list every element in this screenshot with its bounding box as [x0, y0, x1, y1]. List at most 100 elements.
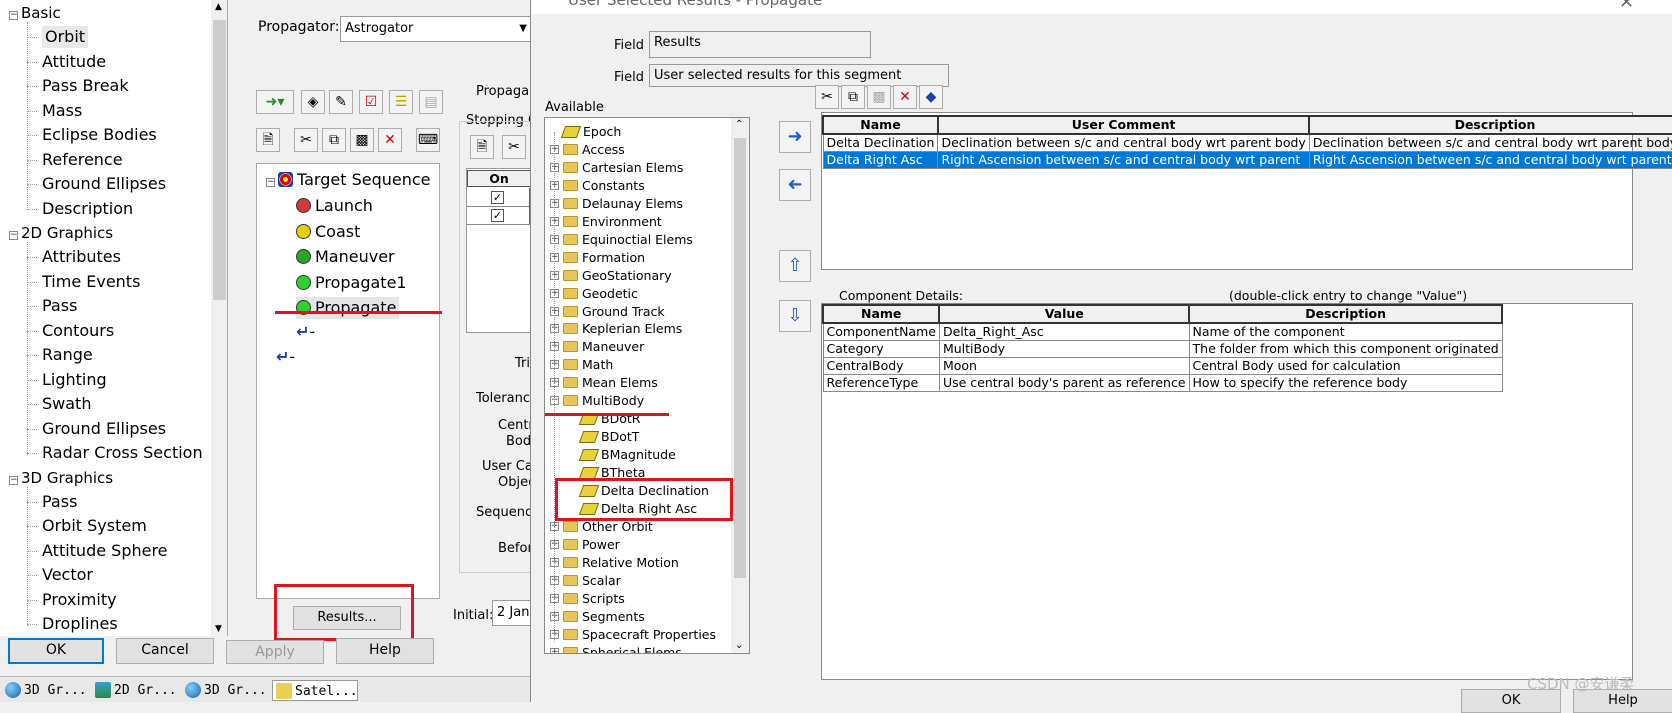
segment-tool-1-icon[interactable]: ◈ [301, 90, 325, 114]
close-icon[interactable]: ✕ [1619, 0, 1634, 13]
available-tree[interactable]: Epoch + Access + Cartesian Elems + Constants + D… [544, 117, 750, 654]
sequence-item-maneuver[interactable]: Maneuver [296, 246, 395, 268]
table-cell[interactable]: MultiBody [938, 340, 1190, 358]
available-item-geodetic[interactable]: Geodetic [563, 285, 638, 302]
copy-icon[interactable]: ⧉ [322, 128, 346, 152]
tree-item-swath[interactable]: Swath [42, 393, 91, 415]
properties-icon[interactable]: ◆ [919, 85, 943, 109]
collapse-icon[interactable]: − [9, 475, 18, 485]
taskbar-item-1[interactable]: 3D Gr... [2, 680, 88, 701]
initial-field[interactable]: 2 Jan [492, 600, 532, 626]
available-item-scalar[interactable]: Scalar [563, 572, 621, 589]
sequence-item-propagate[interactable]: Propagate [296, 297, 400, 319]
taskbar-item-4[interactable]: Satel... [272, 680, 358, 701]
tree-category-basic[interactable]: − Basic [9, 2, 61, 24]
tree-item-attitude[interactable]: Attitude [42, 51, 106, 73]
cut-icon[interactable]: ✂ [815, 85, 839, 109]
table-cell[interactable]: Delta_Right_Asc [938, 322, 1190, 341]
available-item-equinoctial-elems[interactable]: Equinoctial Elems [563, 231, 693, 248]
tree-item-lighting[interactable]: Lighting [42, 369, 107, 391]
tree-item-attributes[interactable]: Attributes [42, 246, 121, 268]
column-header[interactable]: Description [1308, 115, 1672, 135]
available-item-mean-elems[interactable]: Mean Elems [563, 374, 658, 391]
tree-item-pass[interactable]: Pass [42, 295, 77, 317]
move-up-button[interactable]: ⇧ [779, 250, 811, 282]
tree-item-contours[interactable]: Contours [42, 320, 114, 342]
table-row[interactable]: ReferenceType Use central body's parent a… [822, 374, 1503, 392]
tree-item-time-events[interactable]: Time Events [42, 271, 140, 293]
available-item-segments[interactable]: Segments [563, 608, 645, 625]
available-item-environment[interactable]: Environment [563, 213, 662, 230]
available-item-formation[interactable]: Formation [563, 249, 645, 266]
available-item-cartesian-elems[interactable]: Cartesian Elems [563, 159, 683, 176]
tree-item-ground-ellipses[interactable]: Ground Ellipses [42, 173, 166, 195]
properties-icon[interactable]: ⌨ [416, 128, 440, 152]
sequence-item-propagate1[interactable]: Propagate1 [296, 272, 407, 294]
segment-tool-3-icon[interactable]: ☑ [359, 90, 383, 114]
on-checkbox-2[interactable]: ✓ [491, 209, 504, 222]
move-down-button[interactable]: ⇩ [779, 300, 811, 332]
delete-icon[interactable]: ✕ [378, 128, 402, 152]
tree-category-3d-graphics[interactable]: −3D Graphics [9, 467, 113, 489]
help-button[interactable]: Help [336, 638, 434, 664]
segment-tool-2-icon[interactable]: ✎ [329, 90, 353, 114]
taskbar-item-3[interactable]: 3D Gr... [182, 680, 268, 701]
available-item-bdott[interactable]: BDotT [578, 428, 639, 445]
tree-item-mass[interactable]: Mass [42, 100, 82, 122]
available-item-spherical-elems[interactable]: Spherical Elems [563, 644, 682, 653]
remove-arrow-button[interactable]: ➜ [779, 169, 811, 201]
tree-item-proximity[interactable]: Proximity [42, 589, 117, 611]
tree-item-pass[interactable]: Pass [42, 491, 77, 513]
tree-item-ground-ellipses[interactable]: Ground Ellipses [42, 418, 166, 440]
sequence-item-launch[interactable]: Launch [296, 195, 373, 217]
table-cell[interactable]: The folder from which this component ori… [1188, 340, 1503, 358]
field-results[interactable]: Results [649, 31, 871, 58]
propagator-select[interactable]: Astrogator ▼ [340, 16, 532, 42]
table-cell[interactable]: Declination between s/c and central body… [1308, 133, 1672, 152]
tree-category-2d-graphics[interactable]: −2D Graphics [9, 222, 113, 244]
run-arrow-button[interactable]: ➜▾ [256, 90, 294, 114]
table-cell[interactable]: ComponentName [822, 322, 940, 341]
collapse-icon[interactable]: − [266, 178, 275, 187]
tree-item-eclipse-bodies[interactable]: Eclipse Bodies [42, 124, 157, 146]
available-item-geostationary[interactable]: GeoStationary [563, 267, 672, 284]
available-item-delaunay-elems[interactable]: Delaunay Elems [563, 195, 683, 212]
table-cell[interactable]: Right Ascension between s/c and central … [937, 151, 1310, 169]
tree-item-radar-cross-section[interactable]: Radar Cross Section [42, 442, 203, 464]
table-row[interactable]: CentralBody Moon Central Body used for cal… [822, 357, 1503, 375]
available-scrollbar[interactable]: ⌃ ⌄ [731, 118, 749, 653]
sequence-end-marker[interactable]: ↵- [276, 346, 295, 368]
table-row[interactable]: Delta Right Asc Right Ascension between s… [822, 151, 1672, 169]
tree-item-description[interactable]: Description [42, 198, 133, 220]
cancel-button[interactable]: Cancel [116, 638, 214, 664]
tree-item-droplines[interactable]: Droplines [42, 613, 118, 635]
sequence-item-coast[interactable]: Coast [296, 221, 360, 243]
taskbar-item-2[interactable]: 2D Gr... [92, 680, 178, 701]
field-description[interactable]: User selected results for this segment [649, 64, 949, 87]
available-item-access[interactable]: Access [563, 141, 625, 158]
available-item-keplerian-elems[interactable]: Keplerian Elems [563, 320, 682, 337]
column-header[interactable]: Description [1188, 304, 1504, 324]
apply-button[interactable]: Apply [226, 640, 324, 664]
table-cell[interactable]: Name of the component [1188, 322, 1503, 341]
available-item-bmagnitude[interactable]: BMagnitude [578, 446, 676, 463]
new-condition-icon[interactable]: 🗎 [470, 135, 494, 159]
available-item-spacecraft-properties[interactable]: Spacecraft Properties [563, 626, 716, 643]
on-checkbox-1[interactable]: ✓ [491, 191, 504, 204]
column-header[interactable]: User Comment [936, 115, 1311, 135]
paste-icon[interactable]: ▩ [867, 85, 891, 109]
tree-item-attitude-sphere[interactable]: Attitude Sphere [42, 540, 168, 562]
available-item-ground-track[interactable]: Ground Track [563, 303, 665, 320]
segment-tool-5-icon[interactable]: ▤ [419, 90, 443, 114]
cut-icon[interactable]: ✂ [294, 128, 318, 152]
table-cell[interactable]: Right Ascension between s/c and central … [1308, 151, 1672, 169]
available-item-multibody[interactable]: MultiBody [563, 392, 644, 409]
properties-tree[interactable]: − Basic Orbit Attitude Pass Break Mass Eclipse… [0, 0, 228, 636]
ok-button[interactable]: OK [8, 638, 104, 664]
table-row[interactable]: Category MultiBody The folder from which t… [822, 340, 1503, 358]
table-cell[interactable]: Use central body's parent as reference [938, 374, 1190, 392]
tree-item-orbit[interactable]: Orbit [42, 26, 89, 48]
paste-icon[interactable]: ▩ [350, 128, 374, 152]
table-cell[interactable]: Delta Declination [822, 133, 939, 152]
tree-item-vector[interactable]: Vector [42, 564, 93, 586]
